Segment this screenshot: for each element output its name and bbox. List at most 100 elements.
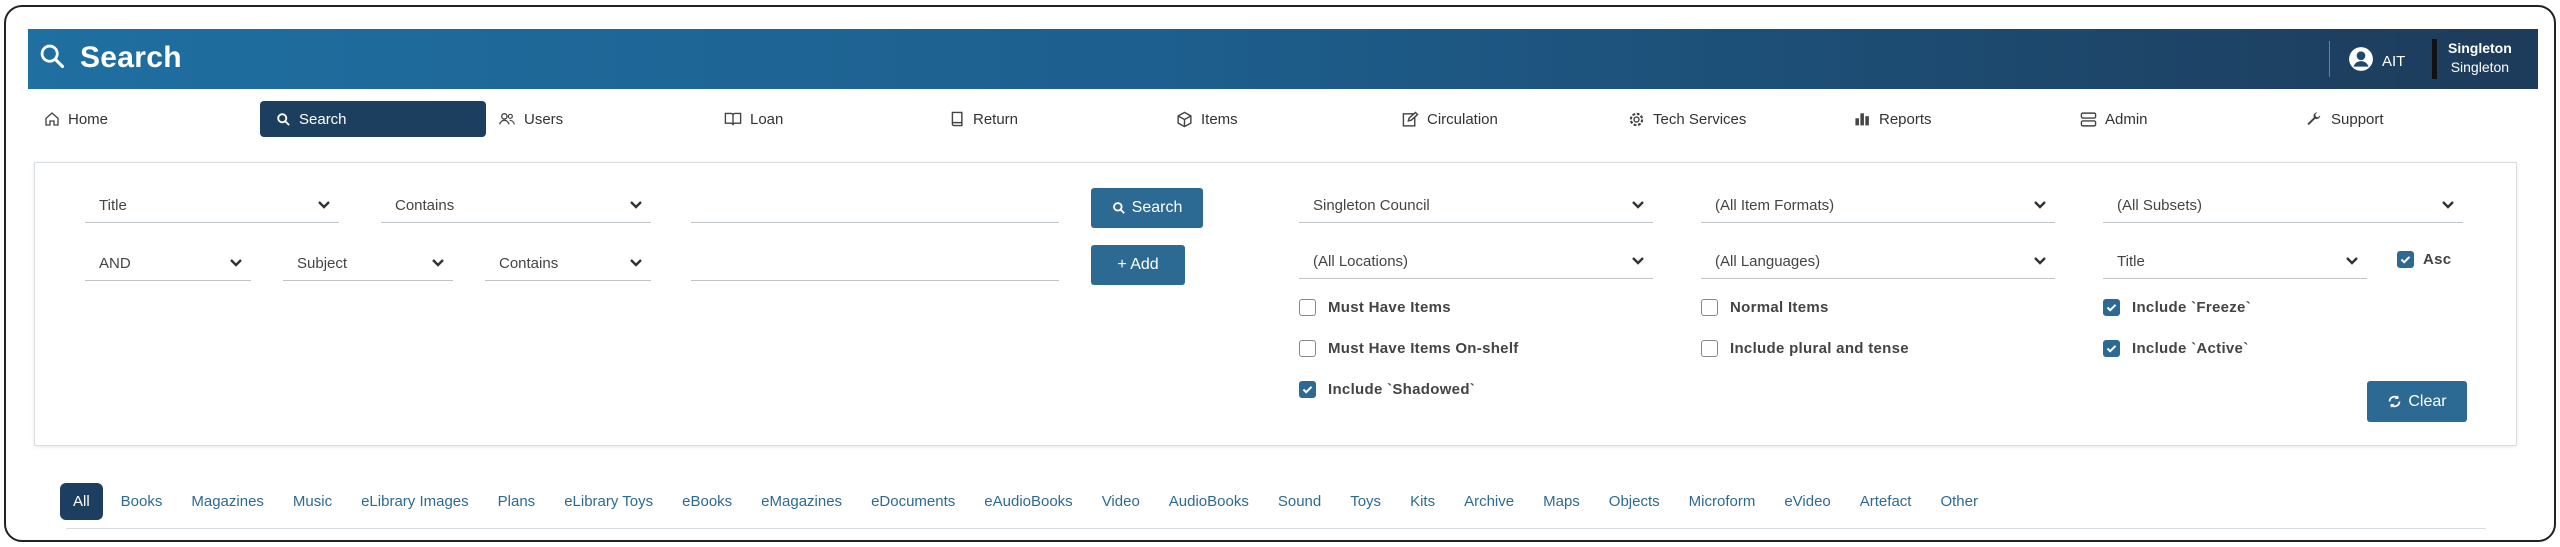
query-operator-select-1[interactable]: Contains (381, 189, 651, 223)
tab-emagazines[interactable]: eMagazines (761, 493, 842, 510)
tab-archive[interactable]: Archive (1464, 493, 1514, 510)
tab-evideo[interactable]: eVideo (1784, 493, 1830, 510)
nav-return-label: Return (973, 110, 1019, 128)
tab-plans[interactable]: Plans (498, 493, 536, 510)
tab-music[interactable]: Music (293, 493, 332, 510)
tab-kits[interactable]: Kits (1410, 493, 1435, 510)
tab-elibrary-toys[interactable]: eLibrary Toys (564, 493, 653, 510)
locations-value: (All Locations) (1313, 253, 1409, 270)
nav-reports[interactable]: Reports (1854, 101, 1932, 137)
asc-label: Asc (2423, 251, 2452, 268)
subsets-select[interactable]: (All Subsets) (2103, 189, 2463, 223)
library-select[interactable]: Singleton Council (1299, 189, 1653, 223)
asc-checkbox[interactable]: Asc (2397, 251, 2451, 268)
include-shadowed-label: Include `Shadowed` (1328, 381, 1476, 398)
nav-return[interactable]: Return (950, 101, 1018, 137)
page-header: Search AIT Singleton Singleton (28, 29, 2538, 89)
tab-edocuments[interactable]: eDocuments (871, 493, 955, 510)
query-bool-select-2[interactable]: AND (85, 247, 251, 281)
tab-video[interactable]: Video (1102, 493, 1140, 510)
tab-other[interactable]: Other (1940, 493, 1978, 510)
query-field-select-2[interactable]: Subject (283, 247, 453, 281)
nav-home[interactable]: Home (44, 101, 108, 137)
nav-support[interactable]: Support (2306, 101, 2384, 137)
tab-maps[interactable]: Maps (1543, 493, 1580, 510)
checkbox-box (1701, 340, 1718, 357)
nav-tech-services[interactable]: Tech Services (1628, 101, 1746, 137)
nav-search[interactable]: Search (260, 101, 486, 137)
query-field-value-1: Title (99, 197, 127, 214)
include-freeze-checkbox[interactable]: Include `Freeze` (2103, 299, 2251, 316)
normal-items-label: Normal Items (1730, 299, 1829, 316)
nav-admin-label: Admin (2105, 110, 2148, 128)
clear-button-label: Clear (2408, 392, 2447, 410)
nav-items[interactable]: Items (1176, 101, 1238, 137)
nav-users[interactable]: Users (498, 101, 563, 137)
nav-loan[interactable]: Loan (724, 101, 783, 137)
checkbox-box (1299, 340, 1316, 357)
search-icon (1112, 202, 1125, 214)
item-formats-value: (All Item Formats) (1715, 197, 1835, 214)
include-plural-checkbox[interactable]: Include plural and tense (1701, 340, 1909, 357)
chevron-down-icon (1632, 257, 1644, 265)
languages-select[interactable]: (All Languages) (1701, 245, 2055, 279)
tab-elibrary-images[interactable]: eLibrary Images (361, 493, 469, 510)
home-icon (45, 112, 59, 126)
query-field-value-2: Subject (297, 255, 348, 272)
sort-value: Title (2117, 253, 2145, 270)
chevron-down-icon (2034, 201, 2046, 209)
must-have-items-onshelf-checkbox[interactable]: Must Have Items On-shelf (1299, 340, 1519, 357)
languages-value: (All Languages) (1715, 253, 1821, 270)
must-have-items-onshelf-label: Must Have Items On-shelf (1328, 340, 1519, 357)
tab-toys[interactable]: Toys (1350, 493, 1381, 510)
nav-reports-label: Reports (1879, 110, 1932, 128)
include-shadowed-checkbox[interactable]: Include `Shadowed` (1299, 381, 1475, 398)
query-operator-select-2[interactable]: Contains (485, 247, 651, 281)
tab-sound[interactable]: Sound (1278, 493, 1321, 510)
locations-select[interactable]: (All Locations) (1299, 245, 1653, 279)
chevron-down-icon (230, 259, 242, 267)
check-icon (2103, 299, 2120, 316)
nav-users-label: Users (524, 110, 564, 128)
page-title: Search (80, 41, 182, 74)
branch-selector[interactable]: Singleton Singleton (2448, 39, 2512, 77)
chevron-down-icon (630, 201, 642, 209)
tab-microform[interactable]: Microform (1689, 493, 1756, 510)
tab-artefact[interactable]: Artefact (1860, 493, 1912, 510)
chevron-down-icon (432, 259, 444, 267)
chevron-down-icon (2034, 257, 2046, 265)
wrench-icon (2307, 111, 2321, 125)
include-active-checkbox[interactable]: Include `Active` (2103, 340, 2249, 357)
include-freeze-label: Include `Freeze` (2132, 299, 2251, 316)
query-field-select-1[interactable]: Title (85, 189, 339, 223)
tab-audiobooks[interactable]: AudioBooks (1169, 493, 1249, 510)
tab-ebooks[interactable]: eBooks (682, 493, 732, 510)
nav-circulation[interactable]: Circulation (1402, 101, 1498, 137)
query-bool-value-2: AND (99, 255, 131, 272)
tab-magazines[interactable]: Magazines (191, 493, 264, 510)
must-have-items-checkbox[interactable]: Must Have Items (1299, 299, 1451, 316)
item-formats-select[interactable]: (All Item Formats) (1701, 189, 2055, 223)
check-icon (2397, 251, 2414, 268)
tab-all[interactable]: All (60, 482, 103, 520)
chevron-down-icon (2346, 257, 2358, 265)
tab-eaudiobooks[interactable]: eAudioBooks (984, 493, 1072, 510)
query-text-input-1[interactable] (691, 189, 1059, 223)
checkbox-box (1299, 299, 1316, 316)
normal-items-checkbox[interactable]: Normal Items (1701, 299, 1829, 316)
edit-icon (1402, 110, 1419, 127)
sort-select[interactable]: Title (2103, 245, 2367, 279)
nav-admin[interactable]: Admin (2080, 101, 2148, 137)
search-button-label: Search (1131, 199, 1183, 216)
add-row-button[interactable]: + Add (1091, 245, 1185, 285)
app-window: Search AIT Singleton Singleton Home Sear… (4, 5, 2556, 542)
nav-items-label: Items (1201, 110, 1238, 128)
tab-objects[interactable]: Objects (1609, 493, 1660, 510)
user-menu[interactable]: AIT (2348, 46, 2405, 76)
clear-button[interactable]: Clear (2367, 381, 2467, 422)
query-text-input-2[interactable] (691, 247, 1059, 281)
nav-home-label: Home (68, 110, 109, 128)
search-button[interactable]: Search (1091, 188, 1203, 228)
tab-books[interactable]: Books (121, 493, 163, 510)
checkbox-box (1701, 299, 1718, 316)
